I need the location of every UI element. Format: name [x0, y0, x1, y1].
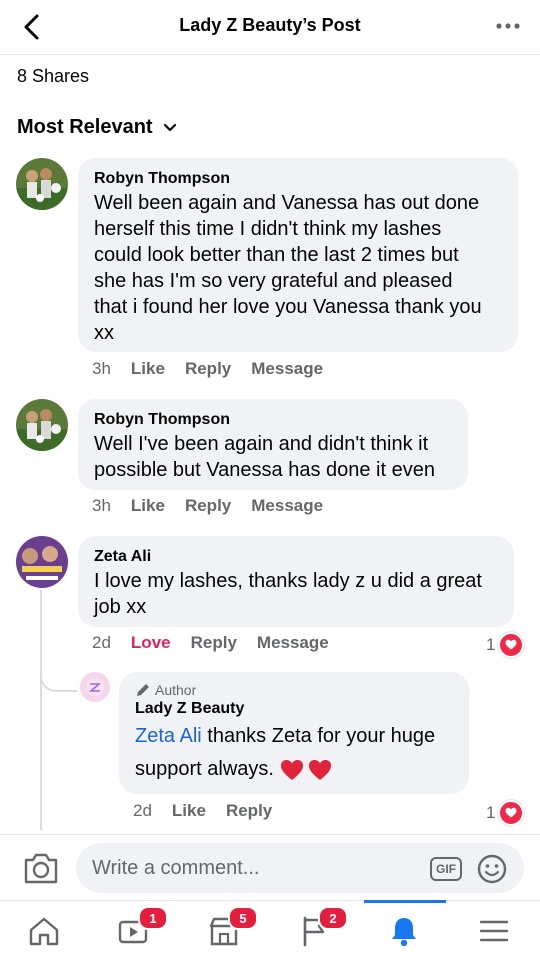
comment-text: Well I've been again and didn't think it… [94, 431, 452, 483]
reply-text: Zeta Ali thanks Zeta for your huge suppo… [135, 720, 453, 786]
author-tag: Author [135, 682, 453, 698]
shares-count[interactable]: 8 Shares [17, 66, 89, 87]
comment-line: she has I'm so very grateful and pleased [94, 270, 453, 292]
notification-badge: 1 [138, 906, 168, 930]
nav-menu[interactable] [464, 906, 524, 956]
sort-dropdown[interactable]: Most Relevant [17, 116, 177, 139]
message-button[interactable]: Message [251, 359, 323, 379]
avatar-photo-icon [16, 536, 68, 588]
emoji-icon[interactable] [476, 853, 508, 885]
reply-button[interactable]: Reply [185, 359, 231, 379]
reply-actions: 2d Like Reply [133, 801, 272, 821]
page-title: Lady Z Beauty’s Post [179, 15, 361, 35]
comment-line: xx [94, 322, 114, 344]
nav-home[interactable] [14, 906, 74, 956]
reaction-count: 1 [486, 635, 496, 654]
reply-button[interactable]: Reply [191, 633, 237, 653]
comment-actions: 2d Love Reply Message [92, 633, 329, 653]
gif-label: GIF [436, 862, 456, 876]
comment-line: I love my lashes, thanks lady z u did a … [94, 570, 482, 592]
lady-z-logo-icon [86, 678, 104, 696]
comment-line: job xx [94, 596, 147, 618]
comment-time: 2d [92, 633, 111, 652]
thread-connector [40, 660, 78, 692]
comment-placeholder: Write a comment... [92, 856, 260, 879]
comment-actions: 3h Like Reply Message [92, 359, 323, 379]
nav-notifications[interactable] [374, 906, 434, 956]
comment-line: herself this time I didn't think my lash… [94, 218, 442, 240]
commenter-name[interactable]: Robyn Thompson [94, 409, 452, 431]
reply-button[interactable]: Reply [226, 801, 272, 821]
sort-label: Most Relevant [17, 116, 153, 138]
nav-pages[interactable]: 2 [284, 906, 348, 956]
reaction-summary[interactable]: 1 [486, 632, 525, 658]
avatar[interactable] [16, 399, 68, 451]
notification-badge: 2 [318, 906, 348, 930]
commenter-name[interactable]: Zeta Ali [94, 546, 498, 568]
chevron-down-icon [163, 123, 176, 131]
heart-reaction-icon [498, 632, 525, 658]
avatar-photo-icon [16, 399, 68, 451]
comment-text: I love my lashes, thanks lady z u did a … [94, 568, 498, 620]
bottom-nav [0, 900, 540, 961]
comment-bubble[interactable]: Robyn Thompson Well I've been again and … [78, 399, 468, 490]
avatar[interactable] [16, 536, 68, 588]
like-button[interactable]: Like [131, 359, 165, 379]
reply-text-line1: thanks Zeta for your huge [201, 725, 436, 747]
nav-marketplace[interactable]: 5 [194, 906, 258, 956]
comment-line: possible but Vanessa has done it even [94, 459, 435, 481]
notification-badge: 5 [228, 906, 258, 930]
bell-icon [392, 918, 416, 947]
comment-time: 3h [92, 359, 111, 378]
more-options-icon[interactable] [494, 14, 522, 38]
avatar[interactable] [16, 158, 68, 210]
comment-line: Well been again and Vanessa has out done [94, 192, 480, 214]
mention-link[interactable]: Zeta Ali [135, 725, 202, 747]
comment-bubble[interactable]: Zeta Ali I love my lashes, thanks lady z… [78, 536, 514, 627]
author-tag-label: Author [155, 682, 197, 698]
comment-line: Well I've been again and didn't think it [94, 433, 429, 455]
comment-text: Well been again and Vanessa has out done… [94, 190, 502, 346]
reply-text-line2: support always. [135, 758, 274, 780]
avatar-photo-icon [16, 158, 68, 210]
reaction-summary[interactable]: 1 [486, 800, 525, 826]
like-button[interactable]: Like [172, 801, 206, 821]
love-reaction-button[interactable]: Love [131, 633, 171, 653]
page-avatar[interactable] [80, 672, 110, 702]
message-button[interactable]: Message [257, 633, 329, 653]
reply-author-name[interactable]: Lady Z Beauty [135, 698, 453, 720]
thread-line [40, 590, 42, 830]
gif-button[interactable]: GIF [430, 857, 462, 881]
message-button[interactable]: Message [251, 496, 323, 516]
comment-bubble[interactable]: Robyn Thompson Well been again and Vanes… [78, 158, 518, 352]
camera-icon[interactable] [22, 850, 60, 886]
hamburger-menu-icon [479, 920, 509, 942]
reaction-count: 1 [486, 803, 496, 822]
like-button[interactable]: Like [131, 496, 165, 516]
reply-button[interactable]: Reply [185, 496, 231, 516]
nav-watch[interactable]: 1 [104, 906, 168, 956]
commenter-name[interactable]: Robyn Thompson [94, 168, 502, 190]
comment-time: 3h [92, 496, 111, 515]
comment-line: could look better than the last 2 times … [94, 244, 459, 266]
heart-reaction-icon [498, 800, 525, 826]
reply-bubble[interactable]: Author Lady Z Beauty Zeta Ali thanks Zet… [119, 672, 469, 794]
home-icon [29, 917, 59, 946]
red-hearts-emoji-icon [280, 759, 331, 780]
reply-time: 2d [133, 801, 152, 820]
comment-actions: 3h Like Reply Message [92, 496, 323, 516]
comment-line: that i found her love you Vanessa thank … [94, 296, 482, 318]
pencil-icon [137, 684, 149, 696]
active-tab-indicator [364, 900, 446, 903]
